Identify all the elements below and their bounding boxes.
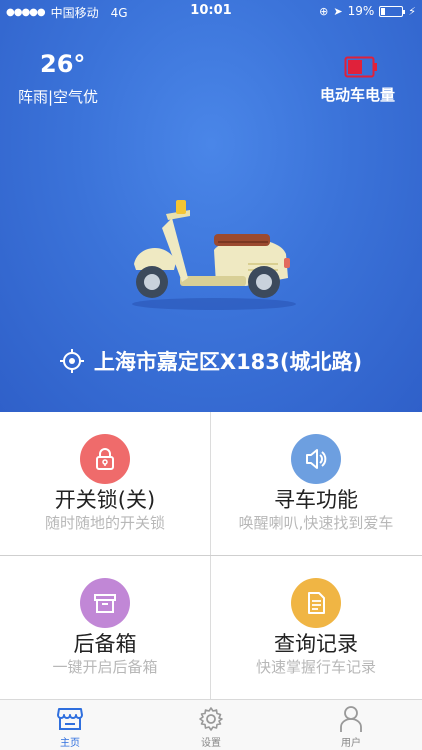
lock-icon bbox=[80, 434, 130, 484]
tab-settings-label: 设置 bbox=[201, 738, 221, 749]
hero-panel: ●●●●● 中国移动 4G 10:01 ⊕ ➤ 19% ⚡ 26° 阵雨|空气优… bbox=[0, 0, 422, 412]
lock-toggle-card[interactable]: 开关锁(关) 随时随地的开关锁 bbox=[0, 412, 210, 555]
tab-bar: 主页 设置 用户 bbox=[0, 699, 422, 750]
find-car-card[interactable]: 寻车功能 唤醒喇叭,快速找到爱车 bbox=[211, 412, 421, 555]
battery-percent: 19% bbox=[347, 4, 375, 18]
scooter-illustration bbox=[132, 200, 296, 310]
trunk-subtitle: 一键开启后备箱 bbox=[52, 658, 158, 676]
speaker-icon bbox=[291, 434, 341, 484]
tab-home[interactable]: 主页 bbox=[30, 704, 110, 749]
records-title: 查询记录 bbox=[274, 632, 358, 656]
tab-user[interactable]: 用户 bbox=[311, 704, 391, 749]
user-icon bbox=[340, 706, 362, 732]
records-subtitle: 快速掌握行车记录 bbox=[255, 658, 376, 676]
current-location[interactable]: 上海市嘉定区X183(城北路) bbox=[0, 346, 422, 376]
location-arrow-icon: ➤ bbox=[333, 4, 343, 18]
gear-icon bbox=[199, 707, 223, 731]
document-icon bbox=[291, 578, 341, 628]
phone-battery-icon bbox=[379, 5, 406, 17]
grid-divider-horizontal bbox=[0, 555, 422, 556]
find-car-subtitle: 唤醒喇叭,快速找到爱车 bbox=[238, 514, 394, 532]
tab-settings[interactable]: 设置 bbox=[171, 704, 251, 749]
locate-icon bbox=[59, 349, 84, 373]
charging-bolt-icon: ⚡ bbox=[408, 4, 416, 18]
temperature: 26° bbox=[40, 50, 86, 78]
store-icon bbox=[57, 708, 83, 730]
ebike-battery-label[interactable]: 电动车电量 bbox=[320, 84, 395, 105]
lock-toggle-title: 开关锁(关) bbox=[54, 488, 156, 512]
trunk-card[interactable]: 后备箱 一键开启后备箱 bbox=[0, 556, 210, 699]
tab-user-label: 用户 bbox=[341, 738, 361, 749]
records-card[interactable]: 查询记录 快速掌握行车记录 bbox=[211, 556, 421, 699]
find-car-title: 寻车功能 bbox=[274, 488, 358, 512]
tab-home-label: 主页 bbox=[60, 738, 80, 749]
status-bar: ●●●●● 中国移动 4G 10:01 ⊕ ➤ 19% ⚡ bbox=[0, 0, 422, 22]
box-icon bbox=[80, 578, 130, 628]
battery-low-icon[interactable] bbox=[344, 56, 378, 78]
lock-toggle-subtitle: 随时随地的开关锁 bbox=[44, 514, 165, 532]
location-text: 上海市嘉定区X183(城北路) bbox=[93, 350, 363, 374]
trunk-title: 后备箱 bbox=[73, 632, 137, 656]
orientation-lock-icon: ⊕ bbox=[319, 4, 329, 18]
weather-description: 阵雨|空气优 bbox=[18, 88, 99, 106]
